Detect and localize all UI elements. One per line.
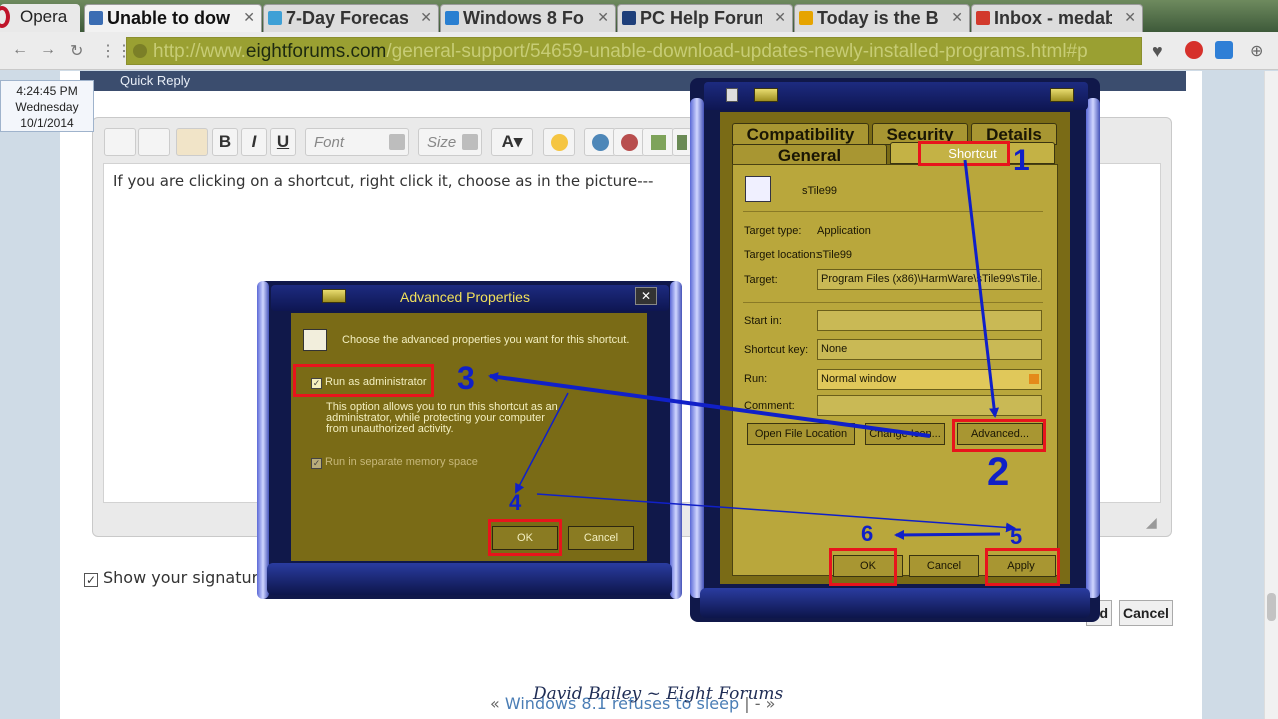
arrow-3-to-4 [515, 392, 569, 494]
arrow-4-to-5 [536, 493, 1016, 533]
step-number-5: 5 [1010, 524, 1023, 549]
step-number-6: 6 [861, 521, 874, 546]
arrow-2-to-3 [488, 372, 931, 438]
step-number-2: 2 [987, 450, 1010, 494]
step-number-4: 4 [509, 490, 522, 515]
step-number-3: 3 [457, 360, 475, 396]
step-number-1: 1 [1013, 144, 1030, 177]
arrow-1-to-2 [963, 159, 1000, 418]
annotation-arrows [488, 159, 1016, 540]
arrow-5-to-6 [894, 529, 1001, 540]
